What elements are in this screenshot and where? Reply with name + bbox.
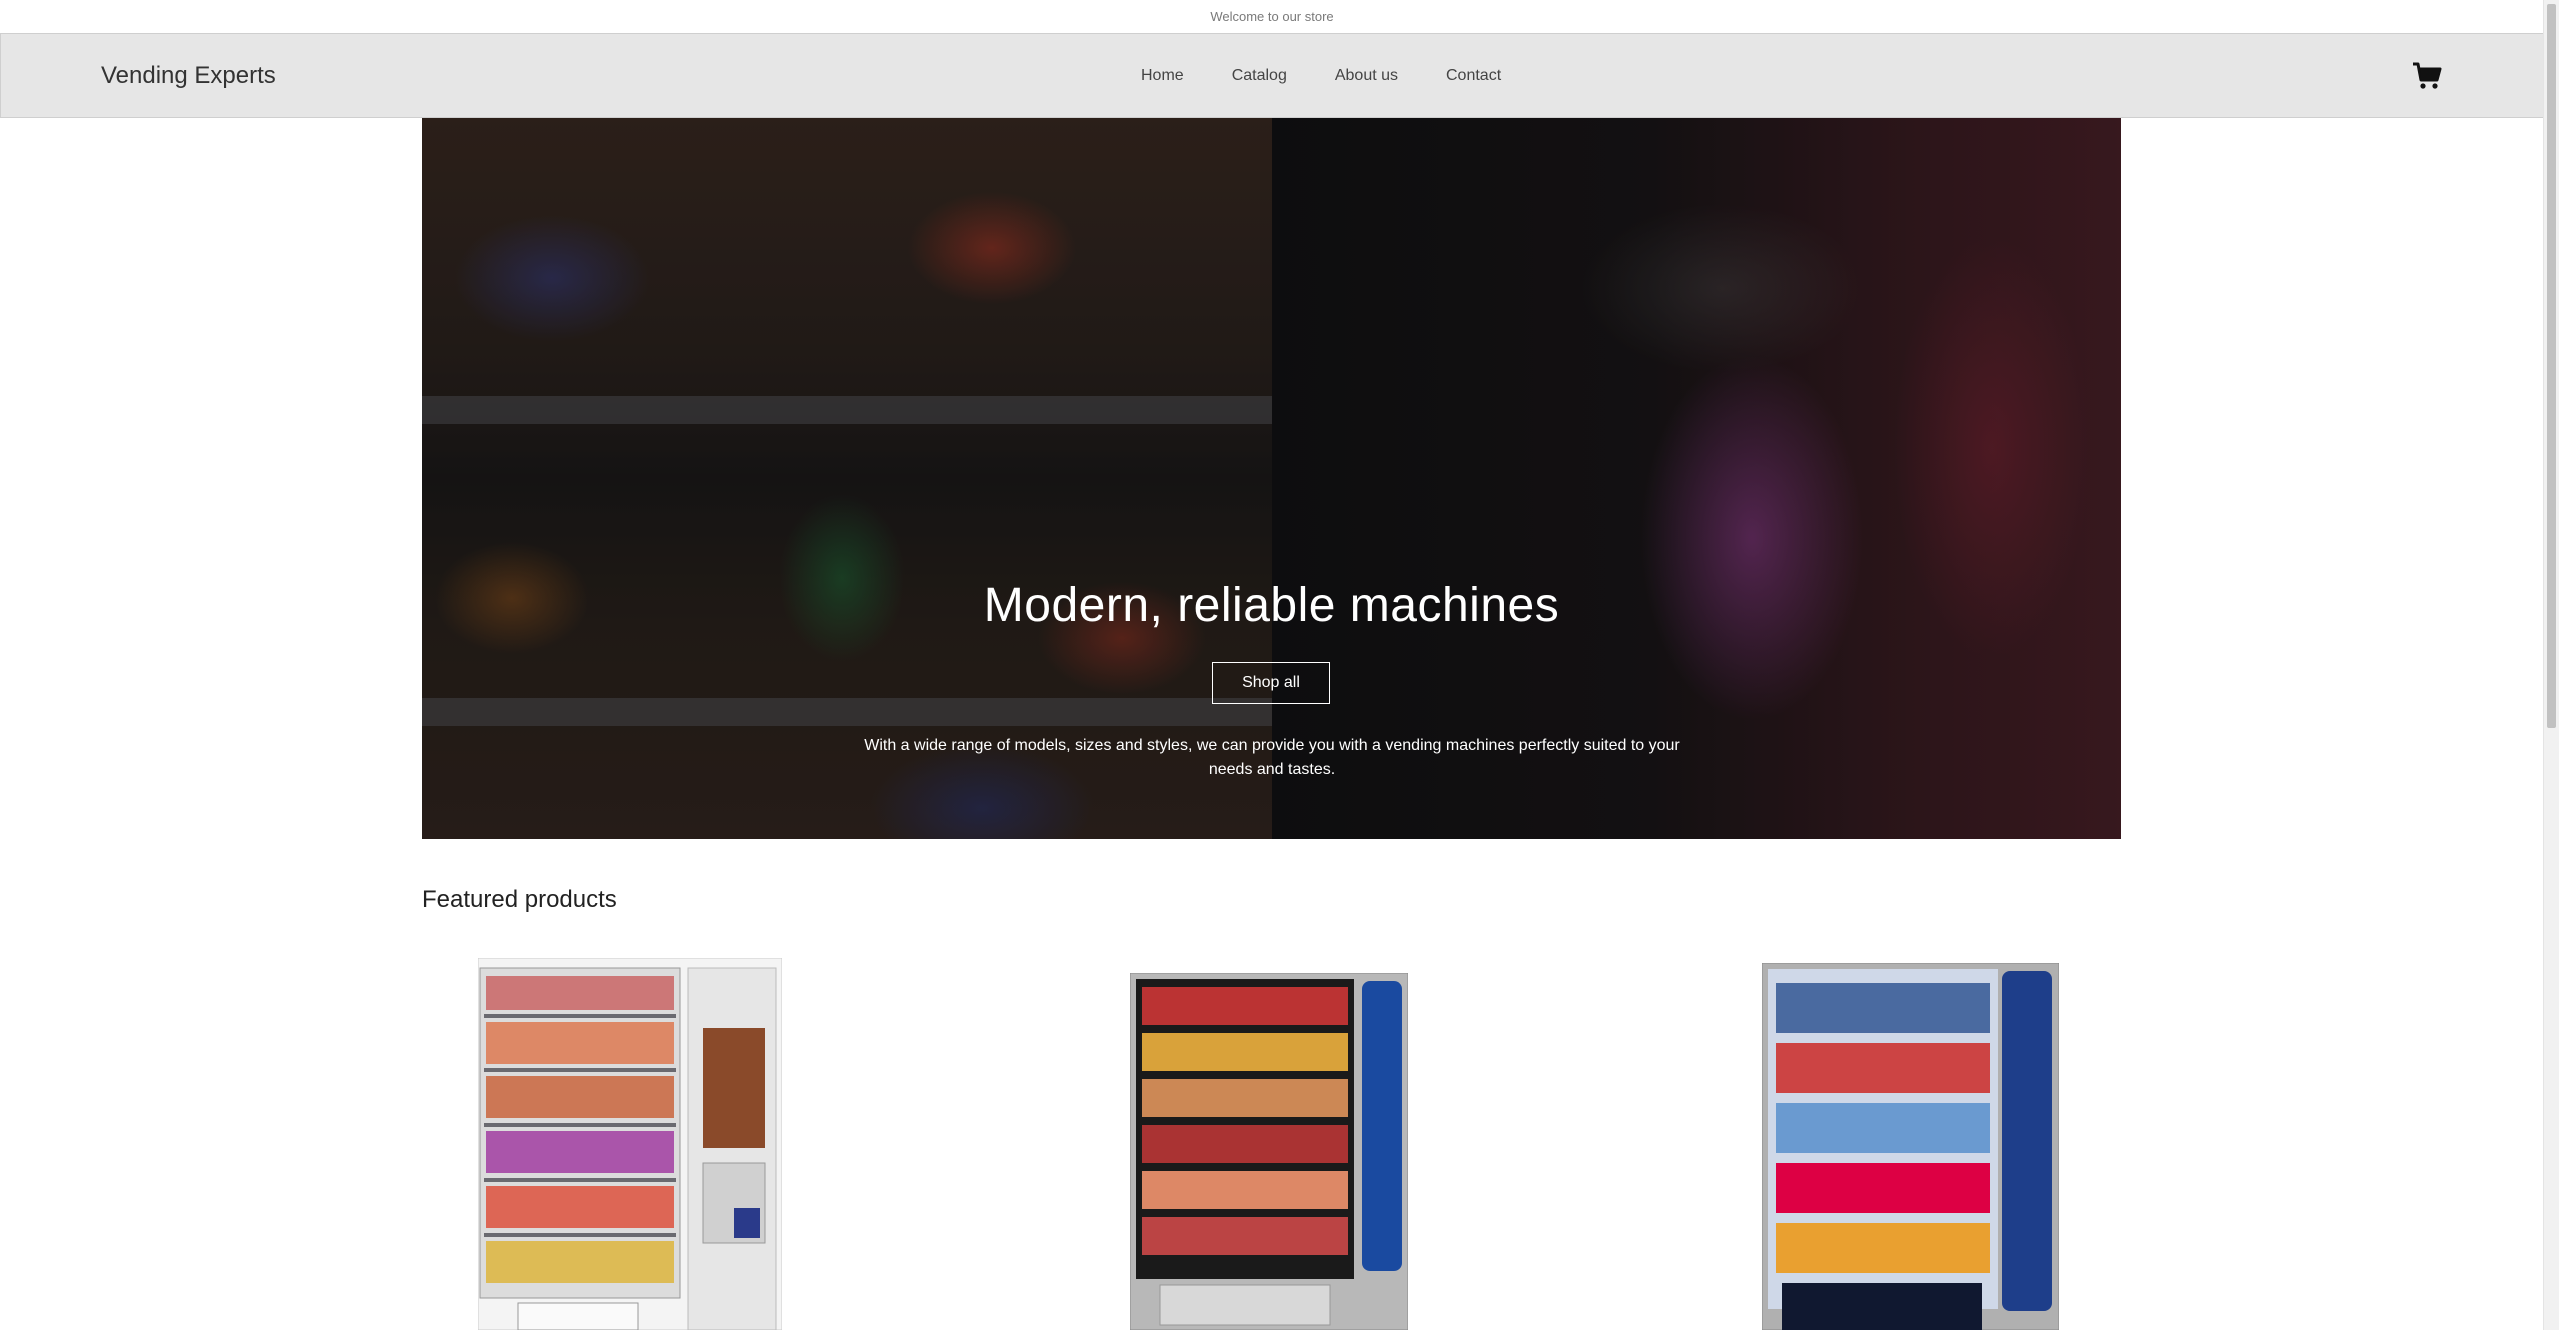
nav-about-link[interactable]: About us (1335, 67, 1398, 85)
hero-title: Modern, reliable machines (983, 579, 1560, 632)
nav-contact-link[interactable]: Contact (1446, 67, 1501, 85)
hero-banner: Modern, reliable machines Shop all With … (422, 118, 2121, 839)
site-header: Vending Experts Home Catalog About us Co… (0, 33, 2544, 118)
announcement-bar: Welcome to our store (0, 0, 2544, 34)
scrollbar-thumb[interactable] (2547, 4, 2556, 728)
featured-products-title: Featured products (422, 886, 617, 913)
fresh-food-machine-image (478, 958, 782, 1330)
hero-description: With a wide range of models, sizes and s… (864, 737, 1680, 778)
brand-logo-link[interactable]: Vending Experts (101, 34, 276, 117)
main-nav: Home Catalog About us Contact (1141, 34, 1501, 117)
nav-home-link[interactable]: Home (1141, 67, 1184, 85)
page-scrollbar[interactable] (2543, 0, 2559, 1330)
product-card-snack-machine[interactable] (1130, 973, 1408, 1330)
shopping-cart-icon[interactable] (2411, 60, 2443, 92)
snack-machine-image (1130, 973, 1408, 1330)
shop-all-button[interactable]: Shop all (1212, 662, 1330, 704)
product-card-fresh-food-machine[interactable] (478, 958, 782, 1330)
announcement-text: Welcome to our store (1210, 9, 1334, 24)
beverage-machine-image (1762, 963, 2059, 1330)
product-card-beverage-machine[interactable] (1762, 963, 2059, 1330)
nav-catalog-link[interactable]: Catalog (1232, 67, 1287, 85)
